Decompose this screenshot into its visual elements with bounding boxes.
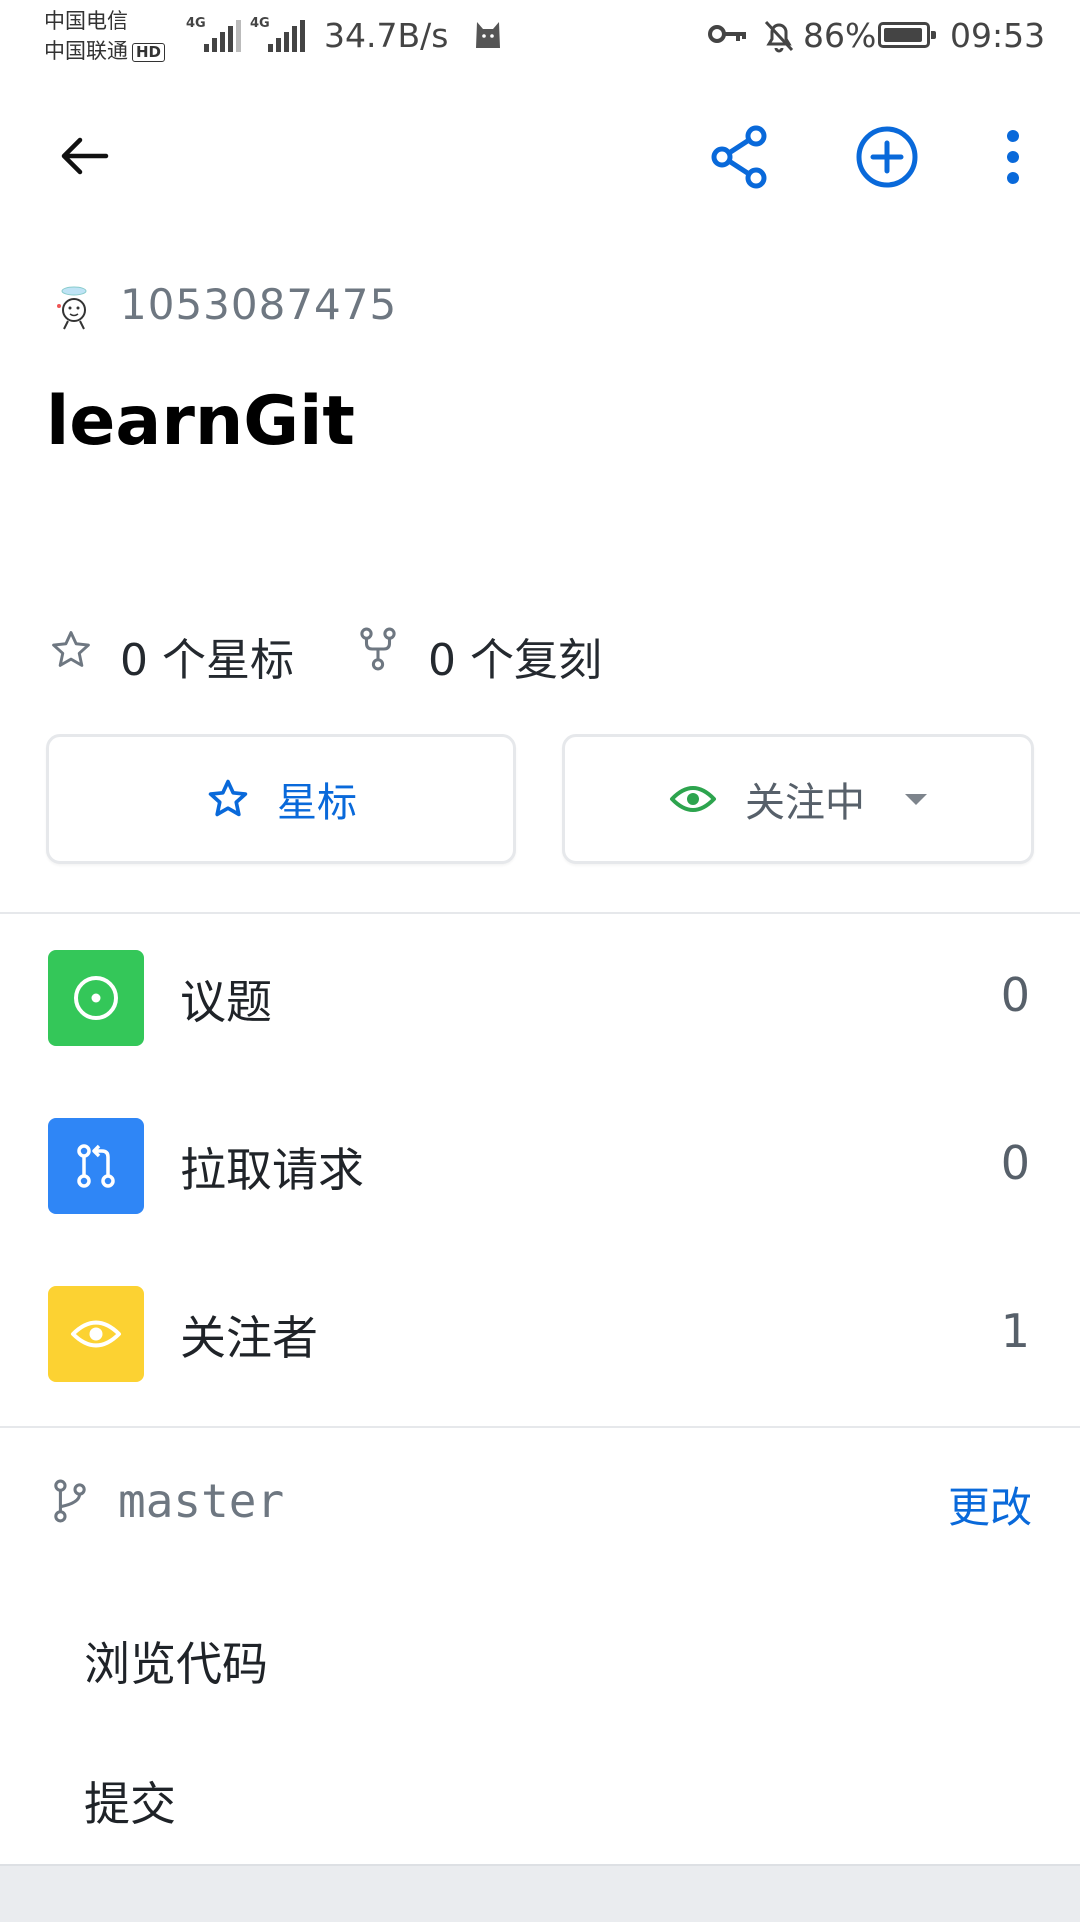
list-item-label: 拉取请求 — [180, 1143, 364, 1197]
pull-request-icon — [48, 1118, 144, 1214]
branch-name: master — [118, 1474, 285, 1528]
list-item-watchers[interactable]: 关注者 1 — [0, 1286, 1080, 1454]
star-button[interactable]: 星标 — [46, 734, 516, 864]
change-branch-button[interactable]: 更改 — [948, 1474, 1032, 1535]
list-item-label: 议题 — [180, 975, 272, 1029]
carrier-info: 中国电信 中国联通 HD — [44, 6, 166, 66]
browse-code-item[interactable]: 浏览代码 — [84, 1628, 268, 1694]
back-arrow-icon[interactable] — [52, 124, 116, 188]
signal-icon: 4G — [250, 16, 310, 52]
watch-button[interactable]: 关注中 — [562, 734, 1034, 864]
list-item-count: 0 — [1000, 1136, 1030, 1190]
status-bar: 中国电信 中国联通 HD 4G 4G 34.7B/s 86% 09:53 — [0, 0, 1080, 76]
more-vert-icon[interactable] — [990, 122, 1036, 192]
divider — [0, 1426, 1080, 1428]
list-item-count: 1 — [1000, 1304, 1030, 1358]
eye-icon — [48, 1286, 144, 1382]
commits-item[interactable]: 提交 — [84, 1768, 176, 1834]
battery-icon — [878, 22, 936, 48]
star-button-label: 星标 — [277, 780, 357, 826]
repo-owner[interactable]: 1053087475 — [120, 280, 397, 329]
hd-badge: HD — [132, 42, 166, 62]
carrier-2: 中国联通 — [44, 39, 128, 63]
star-count[interactable]: 0 个星标 — [120, 624, 294, 688]
repo-title: learnGit — [46, 382, 355, 461]
net-speed: 34.7B/s — [324, 16, 449, 55]
carrier-1: 中国电信 — [44, 9, 128, 33]
cat-icon — [476, 22, 500, 48]
fork-icon — [360, 627, 396, 671]
divider — [0, 912, 1080, 914]
list-item-pull-requests[interactable]: 拉取请求 0 — [0, 1118, 1080, 1286]
bottom-area — [0, 1864, 1080, 1922]
issue-opened-icon — [48, 950, 144, 1046]
star-icon — [208, 779, 248, 817]
clock: 09:53 — [950, 16, 1046, 55]
git-branch-icon — [54, 1479, 86, 1523]
add-circle-icon[interactable] — [852, 122, 922, 192]
watch-button-label: 关注中 — [745, 780, 865, 826]
star-icon — [52, 631, 90, 667]
fork-count[interactable]: 0 个复刻 — [428, 624, 602, 688]
avatar[interactable] — [54, 284, 94, 332]
signal-icon: 4G — [186, 16, 242, 52]
share-icon[interactable] — [706, 122, 776, 192]
battery-percent: 86% — [803, 16, 877, 55]
eye-icon — [670, 786, 716, 812]
list-item-issues[interactable]: 议题 0 — [0, 950, 1080, 1118]
bell-off-icon — [764, 20, 794, 53]
list-item-count: 0 — [1000, 968, 1030, 1022]
key-icon — [708, 25, 746, 43]
caret-down-icon — [905, 793, 927, 805]
list-item-label: 关注者 — [180, 1311, 318, 1365]
